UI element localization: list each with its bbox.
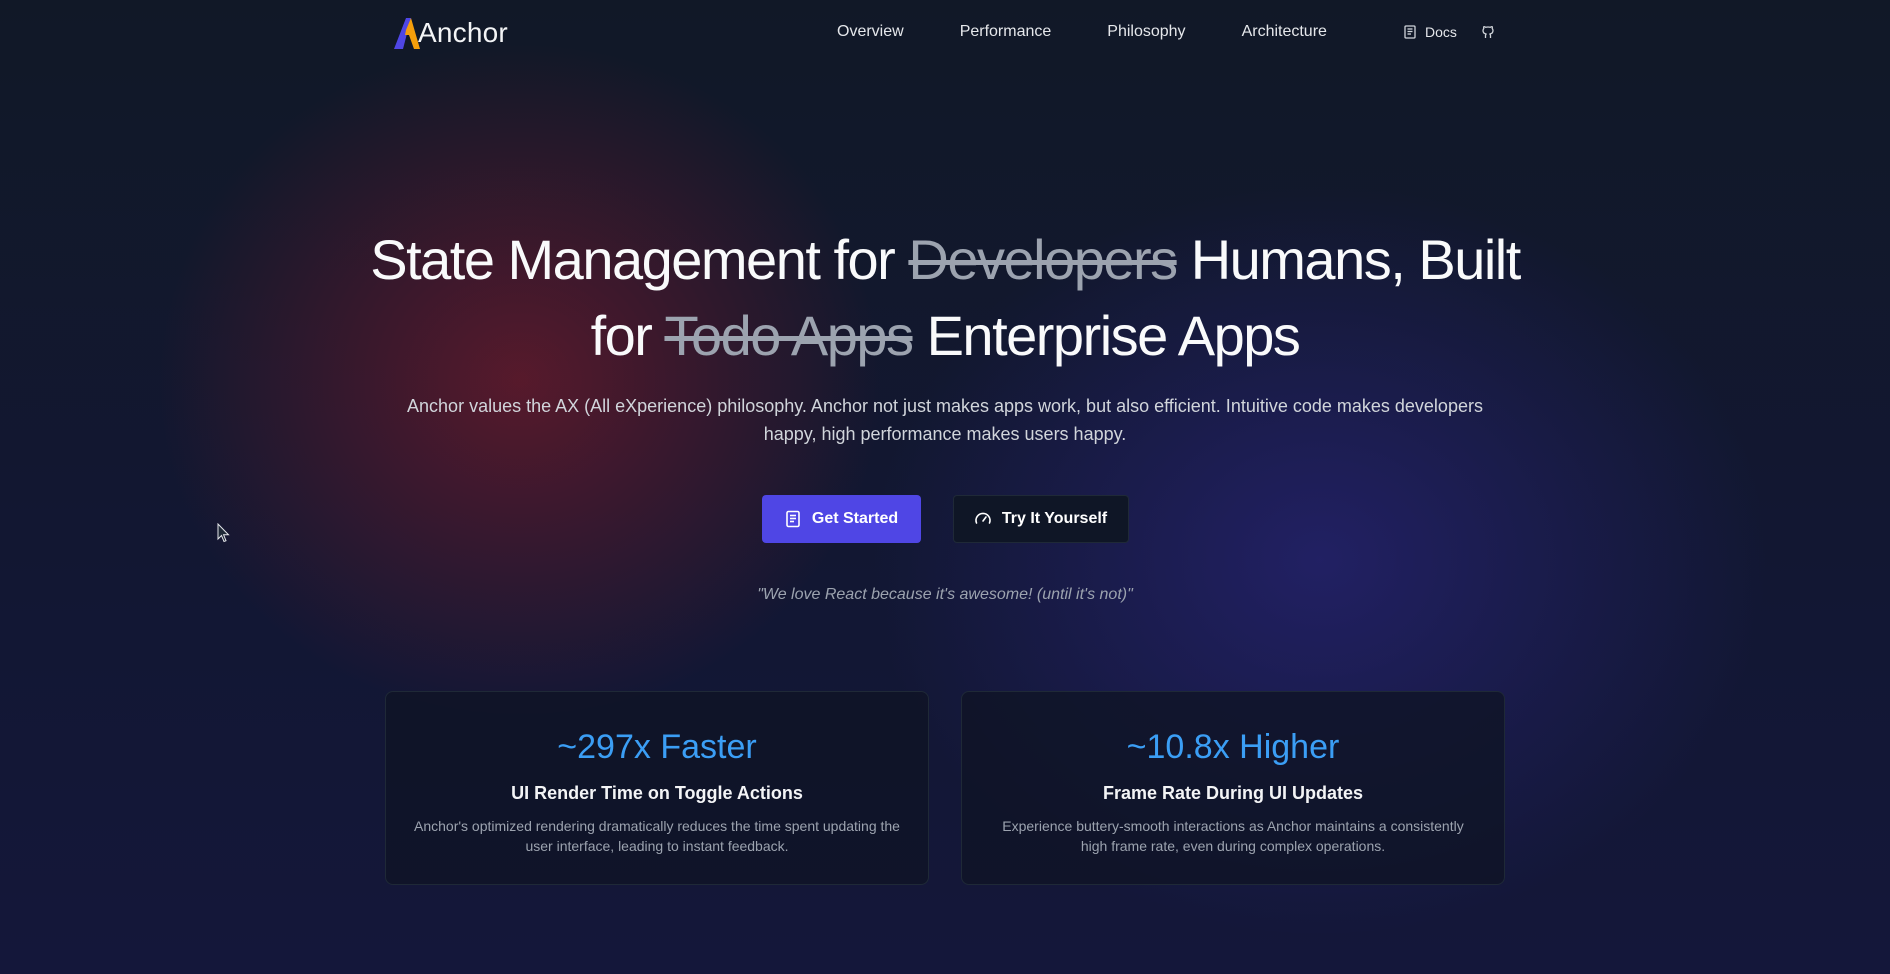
stat-title: Frame Rate During UI Updates <box>1102 783 1364 803</box>
brand-name: Anchor <box>418 17 508 48</box>
stat-title: UI Render Time on Toggle Actions <box>511 783 803 803</box>
gauge-icon <box>975 512 991 524</box>
try-it-yourself-label: Try It Yourself <box>1001 510 1108 527</box>
nav-actions: Docs <box>1403 22 1496 42</box>
hero-title: State Management for Developers Humans, … <box>360 222 1530 374</box>
stat-card-render-time: ~297x Faster UI Render Time on Toggle Ac… <box>385 691 929 885</box>
docs-link[interactable]: Docs <box>1403 22 1457 42</box>
cta-group: Get Started Try It Yourself <box>0 495 1890 543</box>
hero-quote: "We love React because it's awesome! (un… <box>757 586 1133 603</box>
github-icon[interactable] <box>1480 24 1496 40</box>
top-navigation: Anchor Overview Performance Philosophy A… <box>0 0 1890 70</box>
try-it-yourself-button[interactable]: Try It Yourself <box>952 495 1129 543</box>
stat-metric: ~10.8x Higher <box>1126 728 1340 766</box>
stat-metric: ~297x Faster <box>557 728 757 766</box>
mouse-cursor-icon <box>217 523 230 543</box>
hero-subtitle: Anchor values the AX (All eXperience) ph… <box>407 396 1483 444</box>
hero-title-part-3: Enterprise Apps <box>912 304 1301 367</box>
nav-link-overview[interactable]: Overview <box>837 22 904 42</box>
nav-link-philosophy[interactable]: Philosophy <box>1107 22 1185 42</box>
hero-title-strikethrough-1: Developers <box>908 228 1178 291</box>
nav-links: Overview Performance Philosophy Architec… <box>837 22 1383 42</box>
brand-logo[interactable]: Anchor <box>392 14 508 50</box>
hero-title-strikethrough-2: Todo Apps <box>664 304 914 367</box>
hero-title-part-1: State Management for <box>370 228 909 291</box>
stat-card-frame-rate: ~10.8x Higher Frame Rate During UI Updat… <box>961 691 1505 885</box>
stat-description: Anchor's optimized rendering dramaticall… <box>414 818 900 854</box>
get-started-label: Get Started <box>811 510 899 527</box>
get-started-button[interactable]: Get Started <box>761 495 921 543</box>
stat-description: Experience buttery-smooth interactions a… <box>1002 818 1464 854</box>
book-icon <box>786 510 800 528</box>
nav-link-performance[interactable]: Performance <box>960 22 1052 42</box>
nav-link-architecture[interactable]: Architecture <box>1242 22 1327 42</box>
book-icon <box>1404 25 1416 39</box>
docs-label: Docs <box>1425 24 1457 40</box>
